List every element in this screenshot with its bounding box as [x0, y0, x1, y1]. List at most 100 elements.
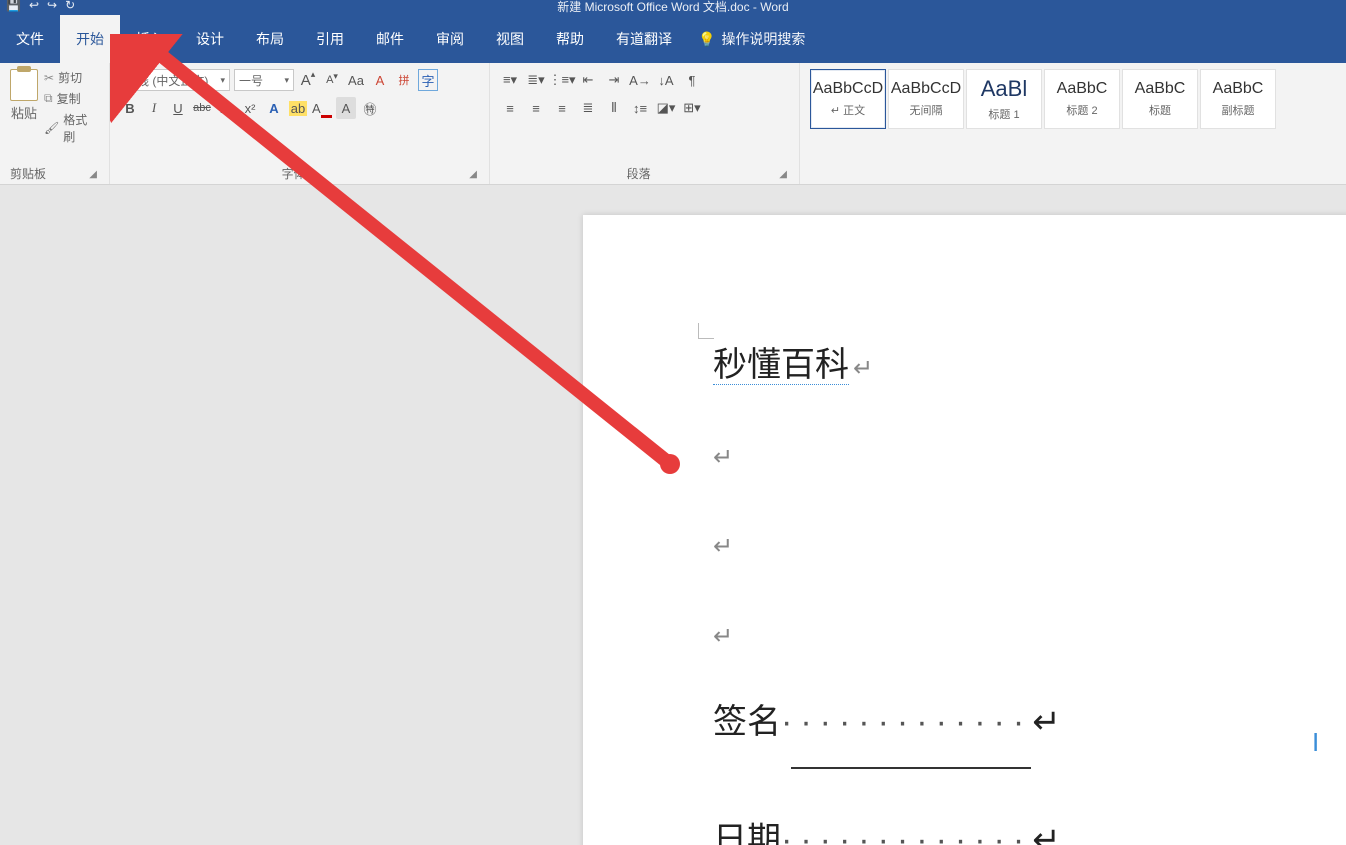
copy-button[interactable]: 复制: [44, 90, 99, 107]
style-name: 副标题: [1222, 102, 1255, 118]
style-card-0[interactable]: AaBbCcD↵ 正文: [810, 69, 886, 129]
increase-indent-button[interactable]: ⇥: [604, 69, 624, 91]
decrease-indent-button[interactable]: ⇤: [578, 69, 598, 91]
tab-layout[interactable]: 布局: [240, 15, 300, 63]
refresh-icon[interactable]: ↻: [65, 0, 75, 12]
style-preview: AaBbC: [1135, 80, 1186, 98]
paragraph-launcher-icon[interactable]: ◢: [777, 167, 789, 182]
style-preview: AaBbC: [1213, 80, 1264, 98]
style-name: 标题 2: [1066, 102, 1097, 118]
sort-button[interactable]: ↓A: [656, 69, 676, 91]
change-case-button[interactable]: Aa: [346, 69, 366, 91]
italic-button[interactable]: I: [144, 97, 164, 119]
char-shading-button[interactable]: A: [336, 97, 356, 119]
font-launcher-icon[interactable]: ◢: [467, 167, 479, 182]
paragraph-2[interactable]: ↵: [713, 424, 1346, 485]
title-bar: 💾 ↩ ↪ ↻ 新建 Microsoft Office Word 文档.doc …: [0, 0, 1346, 15]
copy-label: 复制: [57, 90, 81, 107]
ribbon-tabs: 文件 开始 插入 设计 布局 引用 邮件 审阅 视图 帮助 有道翻译 💡 操作说…: [0, 15, 1346, 63]
tab-file[interactable]: 文件: [0, 15, 60, 63]
style-card-4[interactable]: AaBbC标题: [1122, 69, 1198, 129]
align-center-button[interactable]: ≡: [526, 97, 546, 119]
tell-me-search[interactable]: 💡 操作说明搜索: [698, 29, 805, 49]
tell-me-label: 操作说明搜索: [721, 29, 805, 49]
format-painter-label: 格式刷: [63, 111, 99, 145]
bold-button[interactable]: B: [120, 97, 140, 119]
tab-home[interactable]: 开始: [60, 15, 120, 63]
date-dots: ·············: [781, 821, 1032, 845]
tab-design[interactable]: 设计: [180, 15, 240, 63]
enclose-char-button[interactable]: ㊕: [360, 97, 380, 119]
grow-font-button[interactable]: A▴: [298, 69, 318, 91]
style-name: 无间隔: [910, 102, 943, 118]
tab-view[interactable]: 视图: [480, 15, 540, 63]
numbering-button[interactable]: ≣▾: [526, 69, 546, 91]
style-card-2[interactable]: AaBl标题 1: [966, 69, 1042, 129]
font-family-combo[interactable]: 等线 (中文正文): [120, 69, 230, 91]
shrink-font-button[interactable]: A▾: [322, 69, 342, 91]
return-mark-icon: ↵: [713, 533, 733, 560]
group-styles: AaBbCcD↵ 正文AaBbCcD无间隔AaBl标题 1AaBbC标题 2Aa…: [800, 63, 1346, 184]
phonetic-guide-button[interactable]: 拼: [394, 69, 414, 91]
date-line[interactable]: 日期·············↵: [713, 812, 1346, 845]
return-mark-icon: ↵: [713, 623, 733, 650]
tab-mailings[interactable]: 邮件: [360, 15, 420, 63]
bullets-button[interactable]: ≡▾: [500, 69, 520, 91]
save-icon[interactable]: 💾: [6, 0, 21, 12]
page[interactable]: 秒懂百科↵ ↵ ↵ ↵ 签名·············↵ 日期·········…: [583, 215, 1346, 845]
strikethrough-button[interactable]: abc: [192, 97, 212, 119]
style-card-3[interactable]: AaBbC标题 2: [1044, 69, 1120, 129]
return-mark-icon: ↵: [713, 444, 733, 471]
justify-button[interactable]: ≣: [578, 97, 598, 119]
distribute-button[interactable]: ⫴: [604, 97, 624, 119]
style-name: 标题 1: [988, 106, 1019, 122]
tab-review[interactable]: 审阅: [420, 15, 480, 63]
clipboard-launcher-icon[interactable]: ◢: [87, 167, 99, 182]
font-size-combo[interactable]: 一号: [234, 69, 294, 91]
paragraph-1[interactable]: 秒懂百科↵: [713, 335, 1346, 396]
character-border-button[interactable]: 字: [418, 69, 438, 91]
ltr-button[interactable]: A→: [630, 69, 650, 91]
tab-insert[interactable]: 插入: [120, 15, 180, 63]
tab-references[interactable]: 引用: [300, 15, 360, 63]
text-effects-button[interactable]: A: [264, 97, 284, 119]
format-painter-button[interactable]: 格式刷: [44, 111, 99, 145]
document-area[interactable]: 秒懂百科↵ ↵ ↵ ↵ 签名·············↵ 日期·········…: [0, 185, 1346, 845]
group-font: 等线 (中文正文) 一号 A▴ A▾ Aa A 拼 字 B I U abc x₂…: [110, 63, 490, 184]
paste-button[interactable]: 粘贴: [10, 69, 38, 145]
cut-button[interactable]: 剪切: [44, 69, 99, 86]
paste-label: 粘贴: [11, 103, 37, 122]
show-marks-button[interactable]: ¶: [682, 69, 702, 91]
paragraph-3[interactable]: ↵: [713, 513, 1346, 574]
highlight-button[interactable]: ab: [288, 97, 308, 119]
font-color-button[interactable]: A: [312, 97, 332, 119]
signature-line[interactable]: 签名·············↵: [713, 694, 1346, 782]
style-card-5[interactable]: AaBbC 副标题: [1200, 69, 1276, 129]
lightbulb-icon: 💡: [698, 31, 715, 48]
tab-help[interactable]: 帮助: [540, 15, 600, 63]
style-card-1[interactable]: AaBbCcD 无间隔: [888, 69, 964, 129]
style-preview: AaBbCcD: [813, 80, 883, 98]
signature-label: 签名: [713, 703, 781, 741]
borders-button[interactable]: ⊞▾: [682, 97, 702, 119]
styles-group-label: [810, 178, 1336, 182]
shading-button[interactable]: ◪▾: [656, 97, 676, 119]
signature-dots: ·············: [781, 703, 1032, 741]
style-preview: AaBbCcD: [891, 80, 961, 98]
line-spacing-button[interactable]: ↕≡: [630, 97, 650, 119]
subscript-button[interactable]: x₂: [216, 97, 236, 119]
text-line-1[interactable]: 秒懂百科: [713, 346, 849, 385]
multilevel-list-button[interactable]: ⋮≡▾: [552, 69, 572, 91]
paragraph-4[interactable]: ↵: [713, 603, 1346, 664]
tab-youdao[interactable]: 有道翻译: [600, 15, 688, 63]
align-left-button[interactable]: ≡: [500, 97, 520, 119]
clear-formatting-button[interactable]: A: [370, 69, 390, 91]
underline-button[interactable]: U: [168, 97, 188, 119]
window-title: 新建 Microsoft Office Word 文档.doc - Word: [557, 0, 788, 15]
group-paragraph: ≡▾ ≣▾ ⋮≡▾ ⇤ ⇥ A→ ↓A ¶ ≡ ≡ ≡ ≣ ⫴ ↕≡ ◪▾ ⊞▾…: [490, 63, 800, 184]
undo-icon[interactable]: ↩: [29, 0, 39, 12]
text-cursor-icon: I: [1312, 727, 1314, 755]
redo-icon[interactable]: ↪: [47, 0, 57, 12]
align-right-button[interactable]: ≡: [552, 97, 572, 119]
superscript-button[interactable]: x²: [240, 97, 260, 119]
